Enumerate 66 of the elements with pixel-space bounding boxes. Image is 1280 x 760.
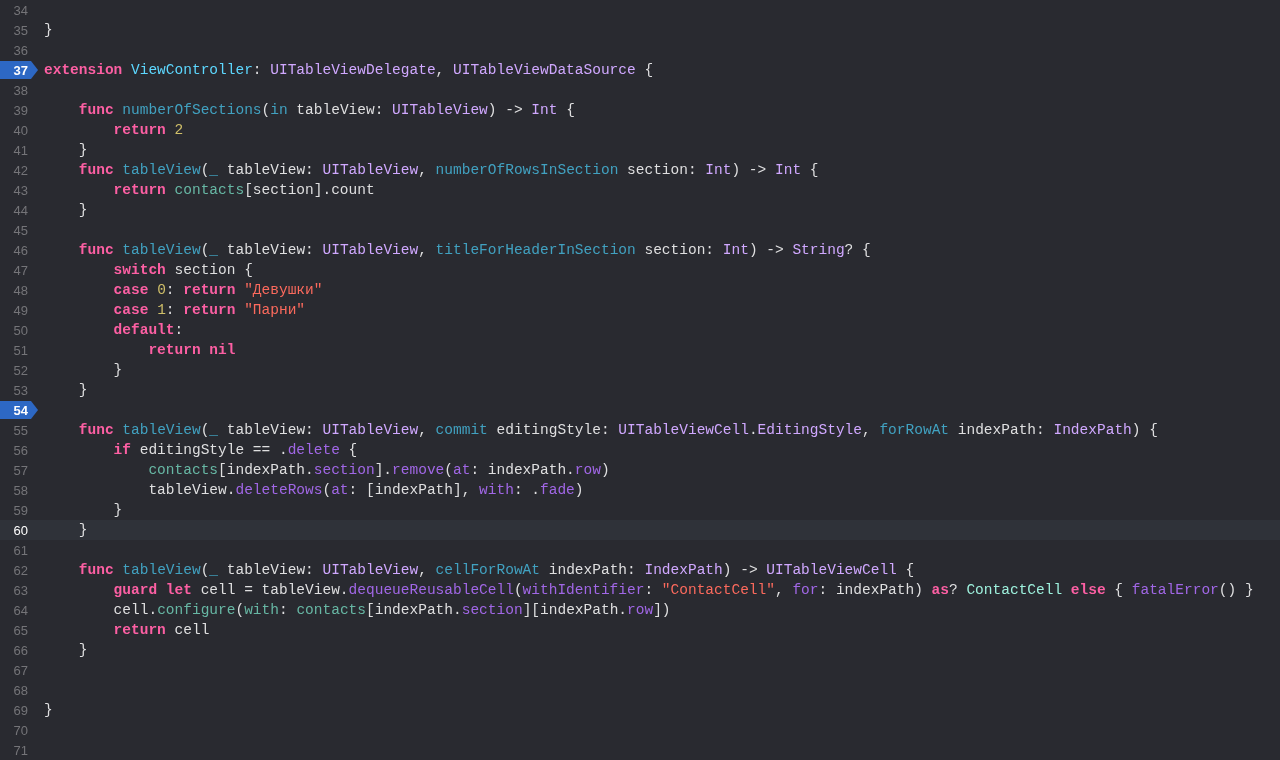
line-number: 68 (12, 681, 29, 699)
line-number: 62 (12, 561, 29, 579)
line-number: 71 (12, 741, 29, 759)
line-number: 43 (12, 181, 29, 199)
code-line: func tableView(_ tableView: UITableView, numberOfRowsInSection section: Int) -> Int { (77, 162, 819, 178)
line-number: 64 (12, 601, 29, 619)
code-line: } (44, 702, 53, 718)
line-number: 67 (12, 661, 29, 679)
line-number: 57 (12, 461, 29, 479)
code-line: func tableView(_ tableView: UITableView, titleForHeaderInSection section: Int) -> String? { (77, 242, 871, 258)
line-number: 53 (12, 381, 29, 399)
code-line: } (77, 642, 88, 658)
breakpoint-line-number[interactable]: 37 (0, 61, 38, 79)
line-number: 44 (12, 201, 29, 219)
line-number: 48 (12, 281, 29, 299)
line-number: 56 (12, 441, 29, 459)
code-line: if editingStyle == .delete { (112, 442, 358, 458)
code-line: case 0: return "Девушки" (112, 282, 323, 298)
line-number: 34 (12, 1, 29, 19)
line-number: 63 (12, 581, 29, 599)
line-number: 55 (12, 421, 29, 439)
code-line: tableView.deleteRows(at: [indexPath], with: .fade) (147, 482, 584, 498)
code-line: } (77, 382, 88, 398)
code-line: return nil (147, 342, 236, 358)
code-line: guard let cell = tableView.dequeueReusableCell(withIdentifier: "ContactCell", for: indexPath) as? ContactCell else { fatalError() } (112, 582, 1254, 598)
line-number: 59 (12, 501, 29, 519)
code-line: func numberOfSections(in tableView: UITableView) -> Int { (77, 102, 575, 118)
line-number: 51 (12, 341, 29, 359)
code-line: func tableView(_ tableView: UITableView, cellForRowAt indexPath: IndexPath) -> UITableViewCell { (77, 562, 915, 578)
line-number: 49 (12, 301, 29, 319)
code-line: return contacts[section].count (112, 182, 375, 198)
line-number: 36 (12, 41, 29, 59)
line-number: 58 (12, 481, 29, 499)
line-number: 46 (12, 241, 29, 259)
line-number: 52 (12, 361, 29, 379)
breakpoint-line-number[interactable]: 54 (0, 401, 38, 419)
code-line: switch section { (112, 262, 253, 278)
code-line: } (77, 142, 88, 158)
code-line: return 2 (112, 122, 184, 138)
line-number: 40 (12, 121, 29, 139)
code-line: cell.configure(with: contacts[indexPath.section][indexPath.row]) (112, 602, 671, 618)
line-number: 60 (12, 521, 29, 539)
line-number: 42 (12, 161, 29, 179)
line-number: 41 (12, 141, 29, 159)
line-number: 50 (12, 321, 29, 339)
line-number: 70 (12, 721, 29, 739)
code-line: contacts[indexPath.section].remove(at: indexPath.row) (147, 462, 610, 478)
code-line: func tableView(_ tableView: UITableView, commit editingStyle: UITableViewCell.EditingStyle, forRowAt indexPath: IndexPath) { (77, 422, 1158, 438)
code-line: return cell (112, 622, 210, 638)
code-line: } (77, 202, 88, 218)
code-line: } (112, 362, 123, 378)
code-line: } (112, 502, 123, 518)
line-number: 69 (12, 701, 29, 719)
code-line: case 1: return "Парни" (112, 302, 306, 318)
code-line: default: (112, 322, 184, 338)
line-number: 65 (12, 621, 29, 639)
line-number: 39 (12, 101, 29, 119)
line-number: 47 (12, 261, 29, 279)
code-line: extension ViewController: UITableViewDelegate, UITableViewDataSource { (44, 62, 654, 78)
line-number: 66 (12, 641, 29, 659)
code-line: } (44, 22, 53, 38)
line-number: 38 (12, 81, 29, 99)
line-number: 45 (12, 221, 29, 239)
code-line: } (77, 522, 88, 538)
line-number: 35 (12, 21, 29, 39)
line-number: 61 (12, 541, 29, 559)
